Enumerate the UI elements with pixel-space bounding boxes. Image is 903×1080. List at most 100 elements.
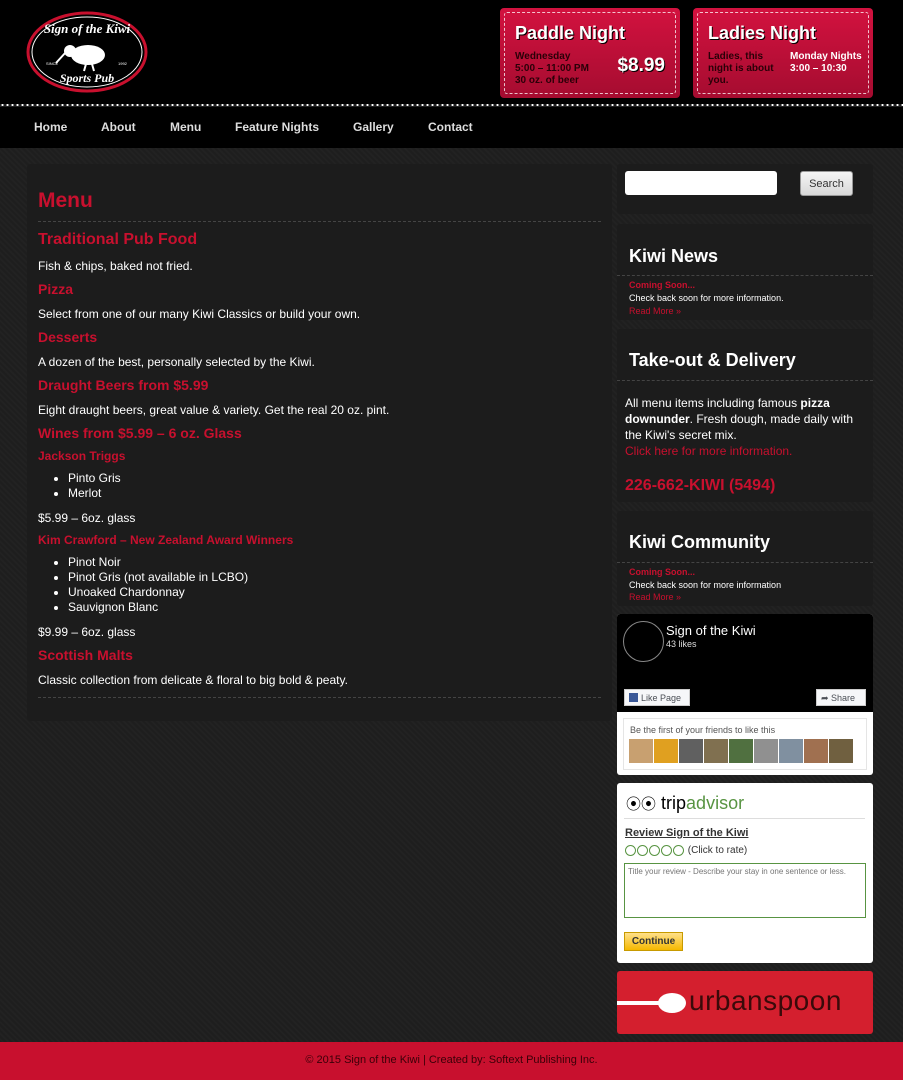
friend-avatar[interactable] [629, 739, 653, 763]
rating-bubble[interactable] [637, 845, 648, 856]
nav-gallery[interactable]: Gallery [353, 120, 394, 134]
paddle-night-feature[interactable]: Paddle Night Wednesday 5:00 – 11:00 PM 3… [500, 8, 680, 98]
page-title: Menu [38, 189, 601, 222]
facebook-header: Sign of the Kiwi 43 likes Like Page ➦ Sh… [617, 614, 873, 712]
sign-of-the-kiwi-logo[interactable]: Sign of the Kiwi SINCE 1992 Sports Pub [26, 11, 148, 93]
friend-avatar[interactable] [654, 739, 678, 763]
continue-button[interactable]: Continue [624, 932, 683, 951]
tripadvisor-widget: ⦿⦿ tripadvisor Review Sign of the Kiwi (… [617, 783, 873, 963]
nav-contact[interactable]: Contact [428, 120, 473, 134]
feature-title: Ladies Night [708, 23, 817, 43]
takeout-text: All menu items including famous pizza do… [625, 396, 854, 458]
friends-text: Be the first of your friends to like thi… [630, 725, 776, 735]
facebook-page-avatar[interactable] [623, 621, 664, 662]
price-text: $5.99 – 6oz. glass [38, 511, 136, 525]
kiwi-news-widget: Kiwi News Coming Soon... Check back soon… [617, 224, 873, 320]
main-nav: Home About Menu Feature Nights Gallery C… [0, 107, 903, 148]
nav-home[interactable]: Home [34, 120, 67, 134]
nav-menu[interactable]: Menu [170, 120, 201, 134]
review-textarea[interactable] [624, 863, 866, 918]
section-text: Eight draught beers, great value & varie… [38, 403, 390, 417]
news-headline[interactable]: Coming Soon... [629, 280, 695, 290]
content-divider [38, 697, 601, 698]
site-footer: © 2015 Sign of the Kiwi | Created by: So… [0, 1042, 903, 1080]
feature-title: Paddle Night [515, 23, 626, 43]
section-heading: Wines from $5.99 – 6 oz. Glass [38, 425, 242, 441]
community-text: Check back soon for more information [629, 580, 782, 590]
urbanspoon-banner[interactable]: urbanspoon [617, 971, 873, 1034]
friend-avatar[interactable] [704, 739, 728, 763]
section-heading: Draught Beers from $5.99 [38, 377, 209, 393]
friend-avatar[interactable] [754, 739, 778, 763]
list-item: Pinot Gris (not available in LCBO) [68, 570, 601, 585]
list-item: Pinto Gris [68, 471, 601, 486]
search-input[interactable] [625, 171, 777, 195]
urbanspoon-wordmark: urbanspoon [689, 985, 842, 1016]
list-item: Unoaked Chardonnay [68, 585, 601, 600]
spoon-icon [617, 993, 686, 1013]
section-text: Select from one of our many Kiwi Classic… [38, 307, 361, 321]
review-link[interactable]: Review Sign of the Kiwi [625, 827, 748, 839]
widget-divider [617, 380, 873, 381]
feature-desc: Ladies, this night is about you. [708, 51, 774, 86]
rating-bubble[interactable] [661, 845, 672, 856]
like-page-button[interactable]: Like Page [624, 689, 690, 706]
widget-divider [617, 562, 873, 563]
section-text: Fish & chips, baked not fried. [38, 259, 193, 273]
rating-bubble[interactable] [625, 845, 636, 856]
friend-avatar[interactable] [804, 739, 828, 763]
section-text: A dozen of the best, personally selected… [38, 355, 315, 369]
widget-title: Kiwi Community [629, 532, 771, 552]
list-item: Sauvignon Blanc [68, 600, 601, 615]
nav-feature-nights[interactable]: Feature Nights [235, 120, 319, 134]
section-heading: Scottish Malts [38, 647, 133, 663]
logo-year: 1992 [118, 61, 128, 66]
share-icon: ➦ [821, 693, 832, 703]
read-more-link[interactable]: Read More » [629, 592, 681, 602]
footer-text: © 2015 Sign of the Kiwi | Created by: So… [305, 1054, 598, 1066]
search-widget: Search [617, 164, 873, 214]
subsection-heading: Jackson Triggs [38, 449, 126, 463]
facebook-icon [629, 693, 638, 702]
rating-bubble[interactable] [649, 845, 660, 856]
section-heading: Traditional Pub Food [38, 231, 198, 248]
logo-bottom-text: Sports Pub [60, 71, 114, 85]
facebook-widget: Sign of the Kiwi 43 likes Like Page ➦ Sh… [617, 614, 873, 775]
wine-list: Pinto Gris Merlot [68, 471, 601, 501]
feature-desc: Wednesday 5:00 – 11:00 PM 30 oz. of beer [515, 51, 589, 86]
more-info-link[interactable]: Click here for more information. [625, 444, 792, 458]
menu-content: Menu Traditional Pub Food Fish & chips, … [27, 164, 612, 721]
nav-about[interactable]: About [101, 120, 136, 134]
friend-avatar[interactable] [829, 739, 853, 763]
site-header: Sign of the Kiwi SINCE 1992 Sports Pub P… [0, 0, 903, 104]
phone-number: 226-662-KIWI (5494) [625, 477, 776, 494]
friend-avatars [629, 739, 854, 768]
share-button[interactable]: ➦ Share [816, 689, 866, 706]
feature-time: Monday Nights 3:00 – 10:30 [790, 51, 862, 74]
rate-text: (Click to rate) [687, 845, 748, 857]
takeout-widget: Take-out & Delivery All menu items inclu… [617, 329, 873, 502]
friend-avatar[interactable] [779, 739, 803, 763]
widget-divider [624, 818, 865, 819]
logo-top-text: Sign of the Kiwi [44, 21, 131, 36]
ladies-night-feature[interactable]: Ladies Night Ladies, this night is about… [693, 8, 873, 98]
facebook-likes: 43 likes [666, 639, 697, 649]
section-heading: Pizza [38, 281, 74, 297]
price-text: $9.99 – 6oz. glass [38, 625, 136, 639]
tripadvisor-logo[interactable]: ⦿⦿ tripadvisor [626, 793, 744, 814]
wine-list: Pinot Noir Pinot Gris (not available in … [68, 555, 601, 615]
rating-bubble[interactable] [673, 845, 684, 856]
feature-price: $8.99 [617, 55, 665, 76]
search-button[interactable]: Search [800, 171, 853, 196]
friend-avatar[interactable] [729, 739, 753, 763]
facebook-page-name[interactable]: Sign of the Kiwi [666, 623, 756, 638]
widget-title: Take-out & Delivery [629, 350, 796, 370]
section-heading: Desserts [38, 329, 98, 345]
rating-input[interactable]: (Click to rate) [625, 845, 747, 856]
friend-avatar[interactable] [679, 739, 703, 763]
community-headline[interactable]: Coming Soon... [629, 567, 695, 577]
read-more-link[interactable]: Read More » [629, 306, 681, 316]
kiwi-community-widget: Kiwi Community Coming Soon... Check back… [617, 511, 873, 606]
list-item: Pinot Noir [68, 555, 601, 570]
news-text: Check back soon for more information. [629, 293, 784, 303]
